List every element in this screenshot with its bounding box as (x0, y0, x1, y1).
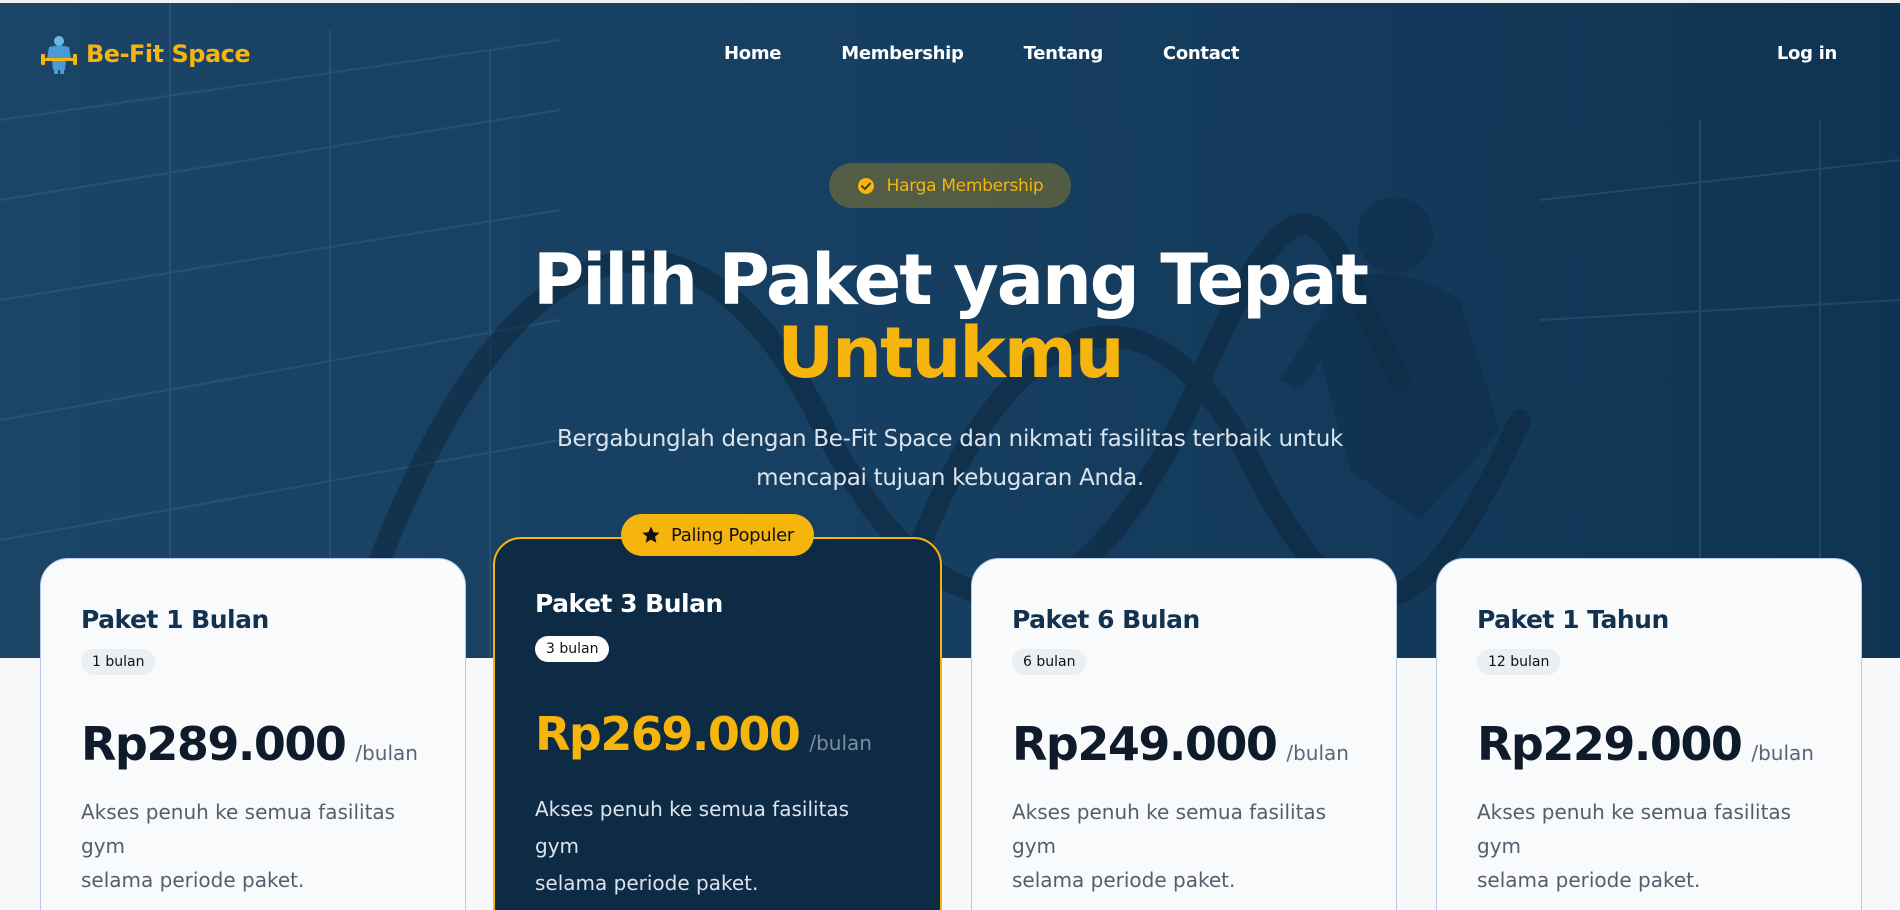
main-nav: Home Membership Tentang Contact (724, 43, 1299, 64)
plan-price-amount: Rp249.000 (1012, 717, 1278, 771)
plan-duration-badge: 3 bulan (535, 636, 610, 662)
page-title-line2: Untukmu (777, 312, 1124, 394)
plan-title: Paket 3 Bulan (535, 589, 723, 618)
plan-card-1-bulan[interactable]: Paket 1 Bulan 1 bulan Rp289.000 /bulan A… (40, 558, 466, 910)
plan-description: Akses penuh ke semua fasilitas gym selam… (1012, 795, 1352, 897)
nav-item-tentang[interactable]: Tentang (1024, 43, 1104, 64)
plan-price-amount: Rp229.000 (1477, 717, 1743, 771)
plan-price-amount: Rp289.000 (81, 717, 347, 771)
plan-duration-badge: 12 bulan (1477, 649, 1561, 675)
popular-label: Paling Populer (671, 524, 794, 546)
plan-description-line2: selama periode paket. (1477, 868, 1701, 892)
plan-title: Paket 1 Tahun (1477, 605, 1669, 634)
top-border (0, 0, 1900, 3)
plan-card-3-bulan[interactable]: Paket 3 Bulan 3 bulan Rp269.000 /bulan A… (493, 537, 942, 910)
star-icon (642, 526, 660, 543)
brand-name: Be-Fit Space (86, 40, 251, 68)
plan-duration-badge: 1 bulan (81, 649, 156, 675)
plan-price-period: /bulan (809, 731, 872, 755)
plan-description: Akses penuh ke semua fasilitas gym selam… (81, 795, 421, 897)
plan-price-period: /bulan (355, 741, 418, 765)
page-title-line1: Pilih Paket yang Tepat (532, 239, 1369, 321)
plan-description: Akses penuh ke semua fasilitas gym selam… (535, 791, 895, 902)
plan-price-amount: Rp269.000 (535, 707, 801, 761)
section-badge: Harga Membership (829, 163, 1071, 208)
nav-item-membership[interactable]: Membership (841, 43, 964, 64)
plan-price-period: /bulan (1751, 741, 1814, 765)
plan-card-6-bulan[interactable]: Paket 6 Bulan 6 bulan Rp249.000 /bulan A… (971, 558, 1397, 910)
hero-subtitle: Bergabunglah dengan Be-Fit Space dan nik… (0, 420, 1900, 498)
nav-item-contact[interactable]: Contact (1163, 43, 1240, 64)
check-circle-icon (857, 177, 874, 194)
plan-price-period: /bulan (1286, 741, 1349, 765)
plan-title: Paket 6 Bulan (1012, 605, 1200, 634)
hero-subtitle-line2: mencapai tujuan kebugaran Anda. (756, 465, 1144, 491)
plan-description: Akses penuh ke semua fasilitas gym selam… (1477, 795, 1817, 897)
bodybuilder-logo-icon (41, 36, 77, 74)
plan-description-line1: Akses penuh ke semua fasilitas gym (535, 797, 850, 858)
plan-price: Rp229.000 /bulan (1477, 717, 1814, 771)
brand-logo[interactable]: Be-Fit Space (40, 34, 251, 74)
plan-title: Paket 1 Bulan (81, 605, 269, 634)
plan-description-line1: Akses penuh ke semua fasilitas gym (1477, 800, 1792, 858)
plan-price: Rp269.000 /bulan (535, 707, 872, 761)
hero-subtitle-line1: Bergabunglah dengan Be-Fit Space dan nik… (556, 426, 1344, 452)
nav-item-home[interactable]: Home (724, 43, 782, 64)
plan-description-line2: selama periode paket. (1012, 868, 1236, 892)
plan-price: Rp289.000 /bulan (81, 717, 418, 771)
plan-card-1-tahun[interactable]: Paket 1 Tahun 12 bulan Rp229.000 /bulan … (1436, 558, 1862, 910)
plan-description-line2: selama periode paket. (535, 871, 759, 895)
plan-duration-badge: 6 bulan (1012, 649, 1087, 675)
plan-price: Rp249.000 /bulan (1012, 717, 1349, 771)
badge-label: Harga Membership (886, 175, 1044, 196)
popular-badge: Paling Populer (621, 514, 814, 556)
login-link[interactable]: Log in (1777, 43, 1837, 64)
plan-description-line1: Akses penuh ke semua fasilitas gym (81, 800, 396, 858)
plan-description-line2: selama periode paket. (81, 868, 305, 892)
plan-description-line1: Akses penuh ke semua fasilitas gym (1012, 800, 1327, 858)
